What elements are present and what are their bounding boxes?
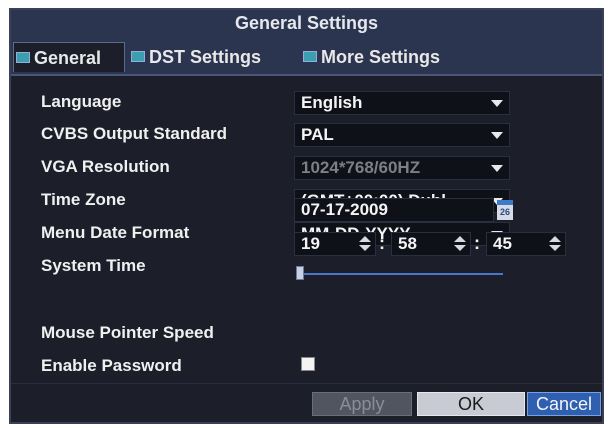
enable-password-checkbox[interactable] [301, 357, 315, 371]
tab-dst-settings-label: DST Settings [149, 47, 262, 67]
chevron-down-icon[interactable] [489, 129, 505, 141]
spinner-arrows-icon[interactable] [548, 236, 562, 252]
general-settings-dialog: General Settings General DST Settings Mo… [9, 8, 604, 424]
enable-password-label: Enable Password [41, 356, 182, 375]
tab-icon [303, 51, 317, 62]
language-select[interactable]: English [294, 91, 510, 115]
tab-more-settings[interactable]: More Settings [301, 42, 481, 72]
spinner-arrows-icon[interactable] [358, 236, 372, 252]
language-value: English [301, 93, 363, 112]
mouse-speed-slider-handle[interactable] [296, 266, 304, 280]
mouse-pointer-speed-label: Mouse Pointer Speed [41, 323, 214, 342]
hour-spinner[interactable]: 19 [294, 232, 376, 256]
menu-date-format-label: Menu Date Format [41, 223, 190, 242]
tab-general[interactable]: General [13, 42, 125, 72]
dialog-title: General Settings [11, 10, 602, 38]
time-separator: : [474, 233, 480, 253]
tab-icon [16, 52, 30, 63]
calendar-icon[interactable]: 26 [497, 200, 513, 220]
tab-icon [131, 51, 145, 62]
chevron-down-icon[interactable] [489, 97, 505, 109]
second-spinner[interactable]: 45 [486, 232, 566, 256]
vga-resolution-label: VGA Resolution [41, 157, 170, 176]
second-value: 45 [493, 234, 512, 253]
chevron-down-icon[interactable] [489, 162, 505, 174]
vga-resolution-value: 1024*768/60HZ [301, 158, 421, 177]
ok-button[interactable]: OK [417, 392, 525, 416]
tab-dst-settings[interactable]: DST Settings [129, 42, 297, 72]
minute-value: 58 [398, 234, 417, 253]
time-zone-label: Time Zone [41, 190, 126, 209]
language-label: Language [41, 92, 122, 111]
system-date-field[interactable]: 07-17-2009 [294, 198, 494, 222]
tab-bar: General DST Settings More Settings [11, 38, 602, 76]
spinner-arrows-icon[interactable] [453, 236, 467, 252]
dialog-footer: Apply OK Cancel [11, 383, 602, 422]
cvbs-output-value: PAL [301, 125, 334, 144]
apply-button[interactable]: Apply [312, 392, 412, 416]
minute-spinner[interactable]: 58 [391, 232, 471, 256]
tab-general-label: General [34, 48, 102, 68]
mouse-speed-slider[interactable] [299, 273, 503, 275]
cvbs-output-label: CVBS Output Standard [41, 124, 228, 143]
vga-resolution-select[interactable]: 1024*768/60HZ [294, 156, 510, 180]
time-separator: : [379, 233, 385, 253]
system-time-label: System Time [41, 256, 146, 275]
cvbs-output-select[interactable]: PAL [294, 123, 510, 147]
tab-more-settings-label: More Settings [321, 47, 441, 67]
cancel-button[interactable]: Cancel [527, 392, 601, 416]
hour-value: 19 [301, 234, 320, 253]
